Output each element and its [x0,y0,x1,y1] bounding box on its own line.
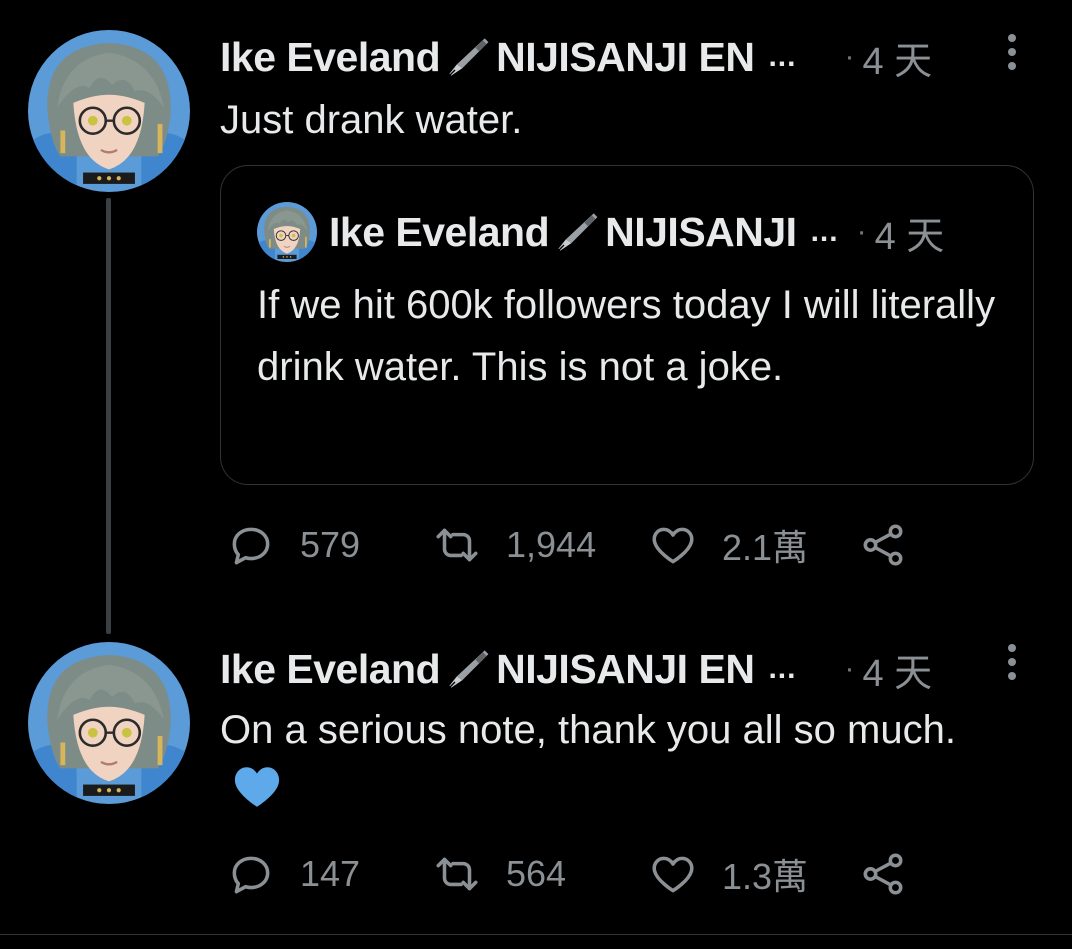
blue-heart-icon [234,767,280,807]
separator-dot: · [844,40,855,73]
separator-dot: · [844,652,855,685]
share-button[interactable] [858,844,908,904]
quoted-tweet[interactable]: Ike Eveland NIJISANJI ... · 4 天 If we hi… [220,165,1034,485]
reply-button[interactable]: 147 [226,844,360,904]
quote-text: If we hit 600k followers today I will li… [257,283,996,389]
author-name[interactable]: Ike Eveland [220,646,441,693]
author-suffix[interactable]: NIJISANJI EN [496,34,755,81]
tweet-2[interactable]: Ike Eveland NIJISANJI EN ... · 4 天 On a … [0,640,1072,940]
timestamp[interactable]: 4 天 [862,642,932,697]
action-bar: 579 1,944 2.1萬 [220,515,940,575]
like-count: 2.1萬 [722,527,809,568]
fountain-pen-icon [442,643,494,695]
share-icon [863,853,903,895]
avatar[interactable] [28,642,190,804]
retweet-button[interactable]: 1,944 [432,515,596,575]
share-icon [863,524,903,566]
quote-author-suffix: NIJISANJI [605,208,797,255]
like-button[interactable]: 1.3萬 [648,844,808,904]
timestamp[interactable]: 4 天 [862,30,932,85]
tweet-text-body: On a serious note, thank you all so much… [220,708,956,752]
tweet-text: On a serious note, thank you all so much… [220,700,980,820]
tweet-header: Ike Eveland NIJISANJI EN ... · 4 天 [220,641,932,697]
retweet-button[interactable]: 564 [432,844,566,904]
separator-dot: · [856,215,867,248]
reply-count: 579 [300,524,361,565]
quote-timestamp: 4 天 [874,215,945,258]
author-name[interactable]: Ike Eveland [220,34,441,81]
reply-icon [232,527,270,565]
reply-count: 147 [300,853,361,894]
divider [0,934,1072,935]
heart-icon [652,856,694,893]
quote-author-name: Ike Eveland [329,208,550,255]
fountain-pen-icon [551,206,603,258]
action-bar: 147 564 1.3萬 [220,844,940,904]
name-ellipsis: ... [810,215,839,248]
retweet-count: 1,944 [506,524,597,565]
more-icon[interactable] [1004,34,1020,74]
avatar[interactable] [28,30,190,192]
quote-header: Ike Eveland NIJISANJI ... · 4 天 [329,204,944,260]
heart-icon [652,527,694,564]
share-button[interactable] [858,515,908,575]
reply-icon [232,856,270,894]
quote-avatar[interactable] [257,202,317,262]
name-ellipsis: ... [768,40,797,73]
reply-button[interactable]: 579 [226,515,360,575]
more-icon[interactable] [1004,644,1020,684]
tweet-text: Just drank water. [220,98,523,142]
retweet-icon [436,857,478,891]
tweet-1[interactable]: Ike Eveland NIJISANJI EN ... · 4 天 Just … [0,0,1072,640]
like-count: 1.3萬 [722,856,809,897]
thread-line [106,198,111,634]
tweet-header: Ike Eveland NIJISANJI EN ... · 4 天 [220,29,932,85]
name-ellipsis: ... [768,652,797,685]
author-suffix[interactable]: NIJISANJI EN [496,646,755,693]
retweet-icon [436,528,478,562]
like-button[interactable]: 2.1萬 [648,515,808,575]
retweet-count: 564 [506,853,567,894]
fountain-pen-icon [442,31,494,83]
